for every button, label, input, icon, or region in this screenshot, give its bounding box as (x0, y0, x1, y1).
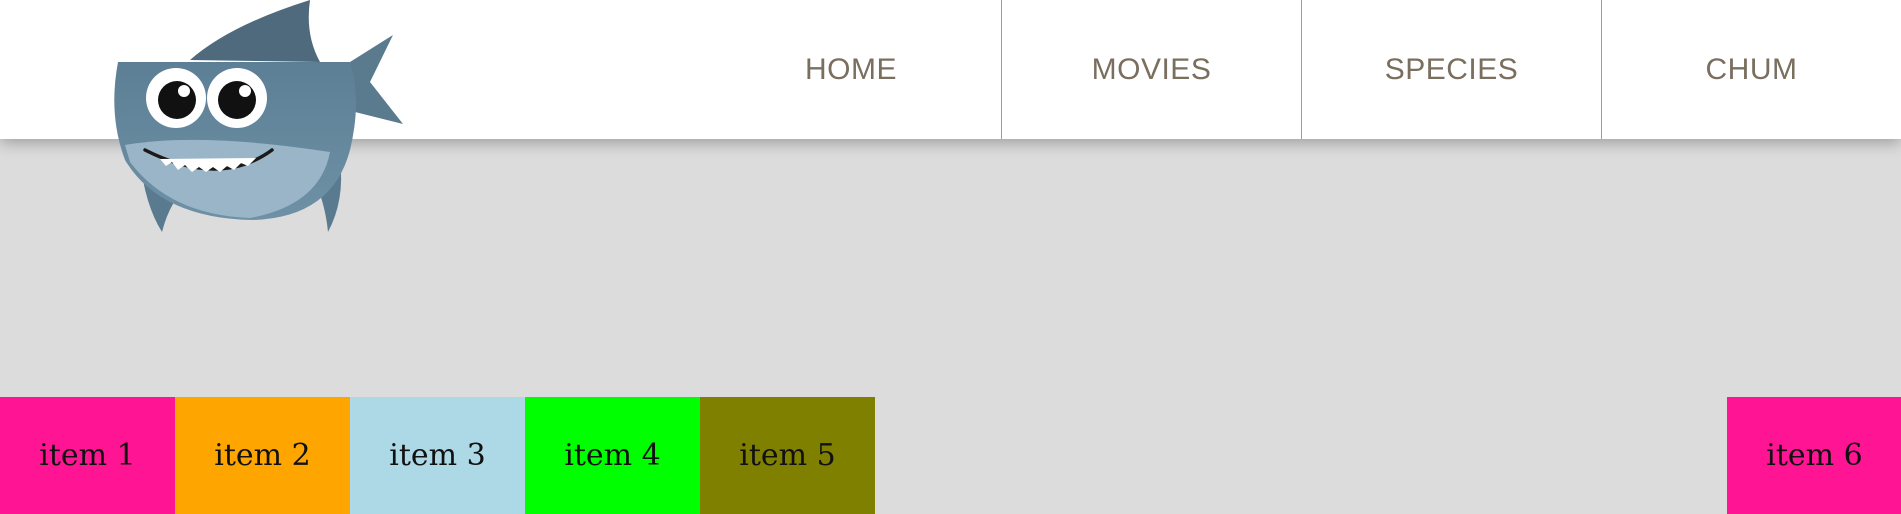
item-box-1: item 1 (0, 397, 175, 514)
shark-icon (114, 0, 403, 232)
item-box-2: item 2 (175, 397, 350, 514)
item-box-4: item 4 (525, 397, 700, 514)
logo[interactable] (100, 0, 420, 240)
nav-movies-link[interactable]: MOVIES (1001, 0, 1301, 139)
items-row: item 1 item 2 item 3 item 4 item 5 item … (0, 397, 1901, 514)
nav-species-link[interactable]: SPECIES (1301, 0, 1601, 139)
item-box-5: item 5 (700, 397, 875, 514)
item-box-3: item 3 (350, 397, 525, 514)
main-nav: HOME MOVIES SPECIES CHUM (701, 0, 1901, 139)
nav-chum-link[interactable]: CHUM (1601, 0, 1901, 139)
item-box-6: item 6 (1727, 397, 1901, 514)
nav-home-link[interactable]: HOME (701, 0, 1001, 139)
